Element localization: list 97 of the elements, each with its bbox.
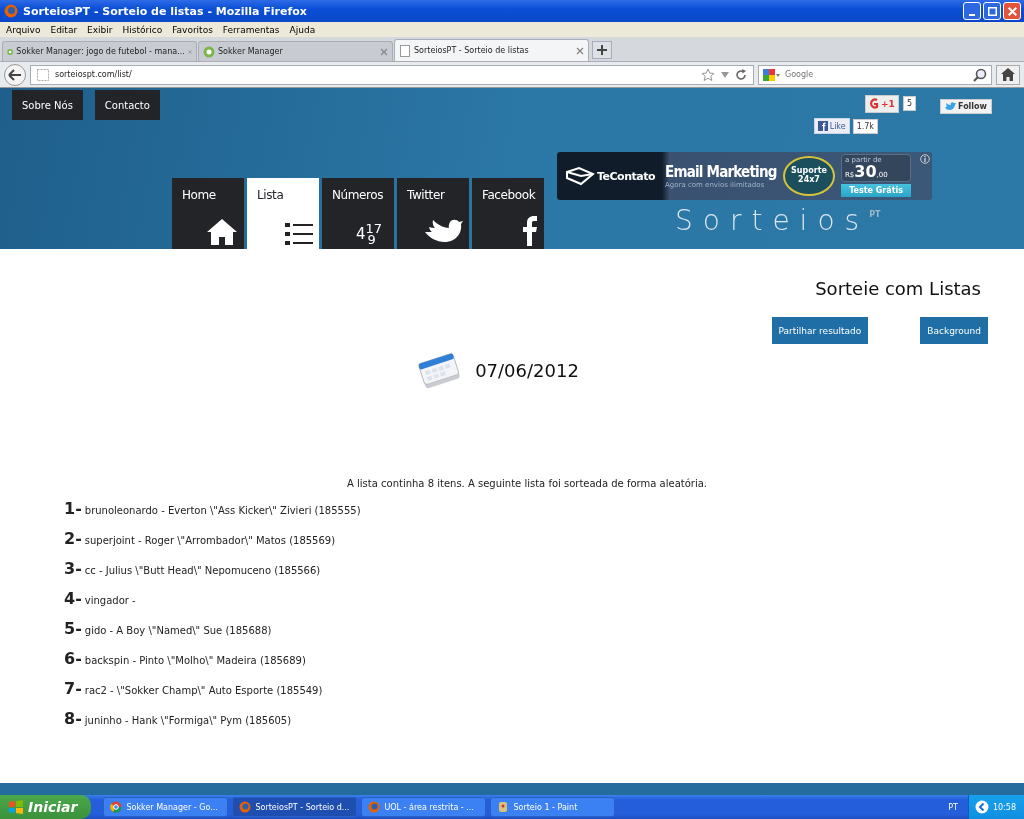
menu-item[interactable]: Exibir — [83, 24, 119, 35]
browser-tab[interactable]: Sokker Manager: jogo de futebol - mana... — [2, 41, 197, 61]
plus-icon — [597, 45, 607, 55]
ad-headline: Email Marketing — [665, 163, 778, 181]
browser-tab[interactable]: Sokker Manager — [198, 41, 393, 61]
maximize-icon — [987, 6, 997, 16]
bird-icon — [945, 102, 956, 111]
browser-icon — [110, 801, 123, 813]
google-icon — [763, 67, 781, 82]
result-number: 8- — [64, 709, 82, 728]
menu-item[interactable]: Ferramentas — [218, 24, 286, 35]
site-logo: Sorteios$^{PT}$ — [674, 206, 882, 236]
list-icon — [285, 222, 313, 246]
result-entry: brunoleonardo - Everton \"Ass Kicker\" Zivieri (185555) — [84, 505, 361, 516]
close-icon — [187, 47, 192, 56]
browser-icon — [368, 801, 381, 813]
url-text: sorteiospt.com/list/ — [55, 70, 133, 79]
close-button[interactable] — [1003, 2, 1021, 20]
header-link[interactable]: Sobre Nós — [12, 90, 83, 120]
menu-item[interactable]: Ajuda — [285, 24, 322, 35]
share-count: 5 — [902, 96, 916, 111]
facebook-icon — [817, 121, 828, 131]
tab-title: SorteiosPT - Sorteio de listas — [414, 46, 530, 55]
tab-title: Sokker Manager: jogo de futebol - mana... — [16, 47, 185, 56]
result-entry: gido - A Boy \"Named\" Sue (185688) — [84, 625, 272, 636]
window-title: SorteiosPT - Sorteio de listas - Mozilla Firefox — [23, 4, 308, 18]
menu-item[interactable]: Histórico — [118, 24, 169, 35]
home-icon — [1001, 68, 1015, 81]
action-button[interactable]: Background — [920, 317, 988, 344]
nav-tab[interactable]: Lista — [247, 178, 319, 249]
taskbar-button[interactable]: Sorteio 1 - Paint — [490, 797, 616, 817]
browser-tab[interactable]: SorteiosPT - Sorteio de listas — [394, 39, 589, 61]
home-button[interactable] — [996, 64, 1020, 85]
g-icon — [869, 96, 880, 111]
windows-logo-icon — [8, 800, 24, 814]
header-link[interactable]: Contacto — [94, 90, 160, 120]
chevron-icon — [974, 800, 989, 814]
plus-one-button[interactable]: +1 — [865, 94, 899, 113]
clock: 10:58 — [992, 802, 1016, 812]
result-number: 5- — [64, 619, 82, 638]
info-icon — [920, 154, 930, 164]
nav-tab[interactable]: Twitter — [397, 178, 469, 249]
menu-item[interactable]: Arquivo — [2, 24, 47, 35]
tab-title: Sokker Manager — [218, 47, 284, 56]
close-icon — [576, 46, 584, 55]
taskbar-button[interactable]: Sokker Manager - Go... — [103, 797, 229, 817]
minimize-button[interactable] — [963, 2, 981, 20]
taskbar-button[interactable]: SorteiosPT - Sorteio d... — [232, 797, 358, 817]
page-heading: Sorteie com Listas — [814, 278, 981, 299]
back-arrow-icon — [8, 68, 22, 81]
result-entry: superjoint - Roger \"Arrombador\" Matos (185569) — [84, 535, 336, 546]
new-tab-button[interactable] — [592, 41, 612, 59]
ad-badge: Suporte 24x7 — [783, 156, 835, 196]
firefox-icon — [4, 4, 18, 18]
nav-tab[interactable]: Home — [172, 178, 244, 249]
result-number: 3- — [64, 559, 82, 578]
result-entry: vingador - — [84, 595, 136, 606]
close-icon — [380, 47, 388, 56]
result-number: 4- — [64, 589, 82, 608]
like-count: 1.7k — [852, 118, 878, 134]
paint-icon — [497, 801, 510, 813]
result-entry: juninho - Hank \"Formiga\" Pym (185605) — [84, 715, 292, 726]
result-number: 6- — [64, 649, 82, 668]
browser-icon — [239, 801, 252, 813]
nav-tab[interactable]: Facebook — [472, 178, 544, 249]
page-icon — [37, 68, 49, 81]
star-icon — [701, 67, 715, 82]
action-button[interactable]: Partilhar resultado — [771, 317, 869, 344]
result-number: 7- — [64, 679, 82, 698]
maximize-button[interactable] — [983, 2, 1001, 20]
language-indicator[interactable]: PT — [948, 802, 958, 812]
menu-item[interactable]: Editar — [46, 24, 84, 35]
result-number: 2- — [64, 529, 82, 548]
draw-date: 07/06/2012 — [475, 359, 579, 381]
home-icon — [206, 218, 238, 246]
dropdown-icon — [721, 71, 729, 78]
summary-text: A lista continha 8 itens. A seguinte lista foi sorteada de forma aleatória. — [346, 478, 708, 489]
result-entry: backspin - Pinto \"Molho\" Madeira (185689) — [84, 655, 306, 666]
envelope-icon — [565, 166, 595, 186]
taskbar-button[interactable]: UOL - área restrita - ... — [361, 797, 487, 817]
search-icon — [973, 67, 987, 82]
address-field[interactable]: sorteiospt.com/list/ — [30, 64, 754, 85]
result-entry: cc - Julius \"Butt Head\" Nepomuceno (185566) — [84, 565, 321, 576]
result-number: 1- — [64, 499, 82, 518]
menu-item[interactable]: Favoritos — [168, 24, 219, 35]
back-button[interactable] — [4, 63, 26, 86]
ball-icon — [203, 45, 215, 58]
search-field[interactable]: Google — [758, 64, 992, 85]
minimize-icon — [969, 13, 975, 16]
close-icon — [1007, 6, 1017, 16]
ad-brand: TeContato — [597, 169, 655, 183]
facebook-icon — [522, 216, 538, 246]
result-entry: rac2 - \"Sokker Champ\" Auto Esporte (185549) — [84, 685, 323, 696]
page-icon — [399, 44, 411, 57]
like-button[interactable]: Like — [813, 118, 850, 134]
reload-icon — [735, 68, 747, 81]
follow-button[interactable]: Follow — [940, 99, 992, 114]
